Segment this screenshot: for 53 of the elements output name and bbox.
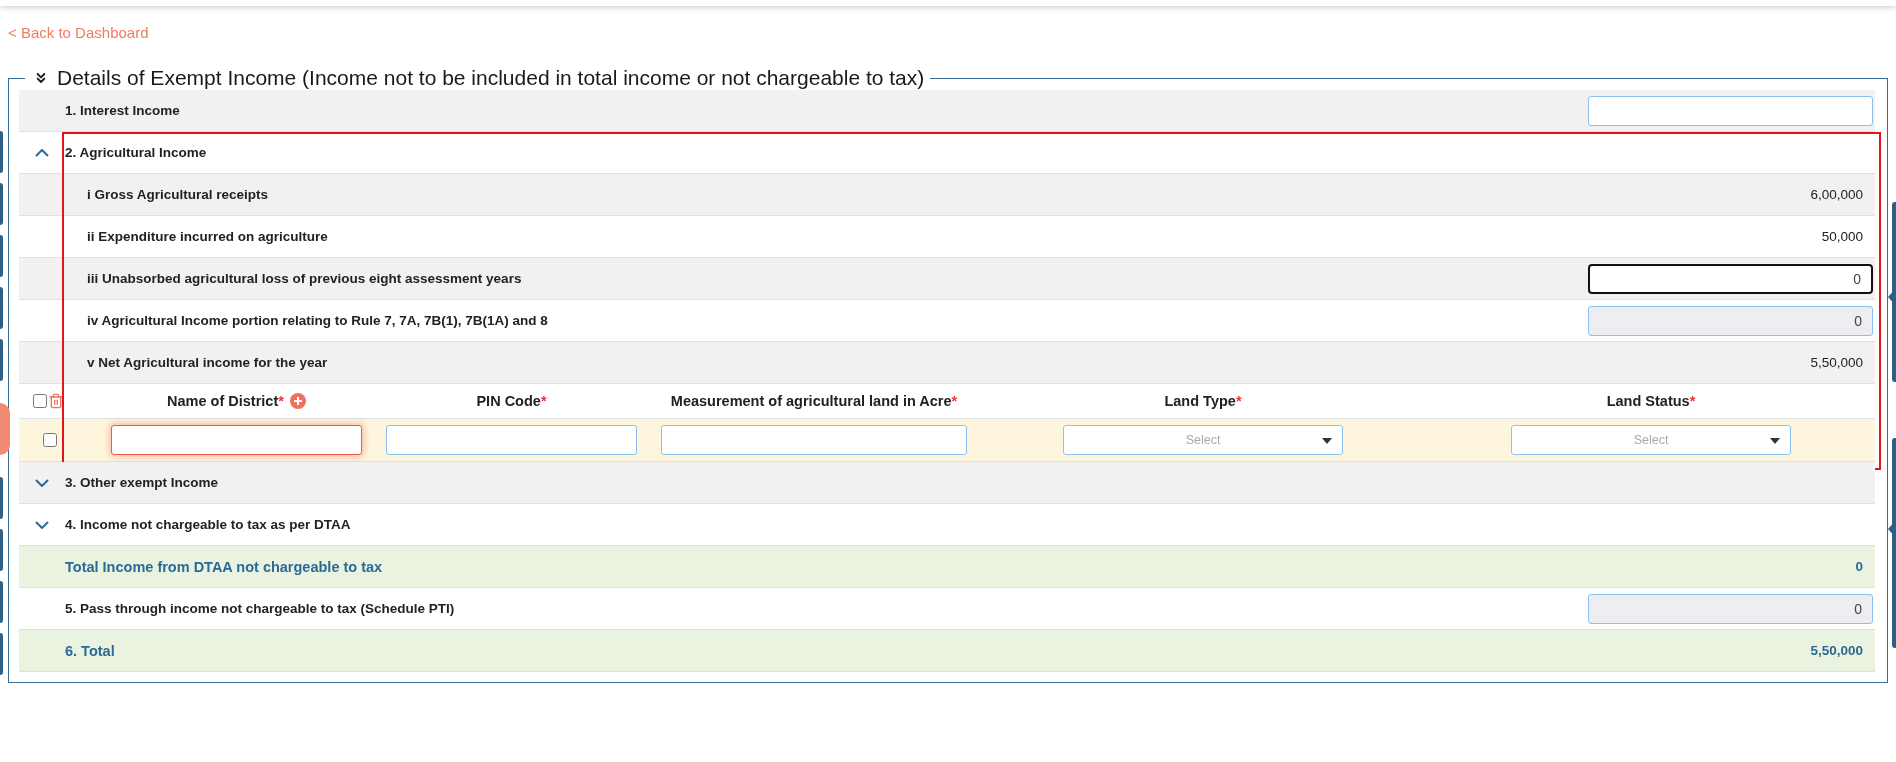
column-header: Land Status* <box>1606 393 1696 409</box>
column-header: PIN Code* <box>476 393 547 409</box>
row-label: 4. Income not chargeable to tax as per DTAA <box>65 517 352 532</box>
side-tab[interactable] <box>0 477 3 519</box>
caret-icon <box>1322 438 1332 444</box>
plus-icon <box>292 396 303 406</box>
side-tab[interactable] <box>0 287 3 329</box>
side-tab[interactable] <box>0 235 3 277</box>
amount-value: 5,50,000 <box>1810 355 1864 370</box>
row-checkbox[interactable] <box>43 433 57 447</box>
text-input[interactable] <box>386 425 637 455</box>
row-label: v Net Agricultural income for the year <box>86 355 329 370</box>
column-header: Land Type* <box>1164 393 1242 409</box>
row-label: iii Unabsorbed agricultural loss of previous eight assessment years <box>86 271 523 286</box>
expand-toggle[interactable] <box>35 478 49 487</box>
total-value: 5,50,000 <box>1810 643 1864 658</box>
amount-value: 50,000 <box>1821 229 1864 244</box>
text-input[interactable] <box>661 425 967 455</box>
row-label: iv Agricultural Income portion relating to Rule 7, 7A, 7B(1), 7B(1A) and 8 <box>86 313 549 328</box>
floating-tab[interactable] <box>0 403 10 455</box>
section-title: Details of Exempt Income (Income not to be included in total income or not chargeable to tax) <box>57 66 925 90</box>
row-label: 2. Agricultural Income <box>65 145 208 160</box>
side-tab[interactable] <box>0 581 3 623</box>
delete-icon[interactable] <box>48 393 64 409</box>
chevron-down-icon <box>35 478 49 487</box>
row-label: 3. Other exempt Income <box>65 475 220 490</box>
caret-icon <box>1770 438 1780 444</box>
row-label: 5. Pass through income not chargeable to tax (Schedule PTI) <box>64 601 456 616</box>
column-header: Measurement of agricultural land in Acre* <box>670 393 958 409</box>
side-tab[interactable] <box>0 633 3 675</box>
side-tab[interactable] <box>0 131 3 173</box>
select-all-checkbox[interactable] <box>33 394 47 408</box>
total-label: Total Income from DTAA not chargeable to tax <box>64 558 384 575</box>
side-tab[interactable] <box>0 339 3 381</box>
amount-input[interactable]: 0 <box>1588 305 1873 336</box>
total-label: 6. Total <box>64 642 116 659</box>
text-input[interactable] <box>111 425 362 455</box>
amount-input[interactable]: 0 <box>1588 263 1873 294</box>
add-button[interactable] <box>289 393 306 409</box>
chevron-down-icon <box>35 520 49 529</box>
amount-input[interactable] <box>1588 95 1873 126</box>
row-label: i Gross Agricultural receipts <box>86 187 270 202</box>
total-value: 0 <box>1855 559 1864 574</box>
amount-input[interactable]: 0 <box>1588 593 1873 624</box>
row-label: ii Expenditure incurred on agriculture <box>86 229 329 244</box>
chevron-up-icon <box>35 148 49 157</box>
side-tab[interactable] <box>0 529 3 571</box>
collapse-toggle[interactable] <box>35 148 49 157</box>
amount-value: 6,00,000 <box>1810 187 1864 202</box>
column-header: Name of District* <box>167 393 284 409</box>
expand-toggle[interactable] <box>35 520 49 529</box>
side-tab[interactable] <box>0 183 3 225</box>
row-label: 1. Interest Income <box>64 103 181 118</box>
